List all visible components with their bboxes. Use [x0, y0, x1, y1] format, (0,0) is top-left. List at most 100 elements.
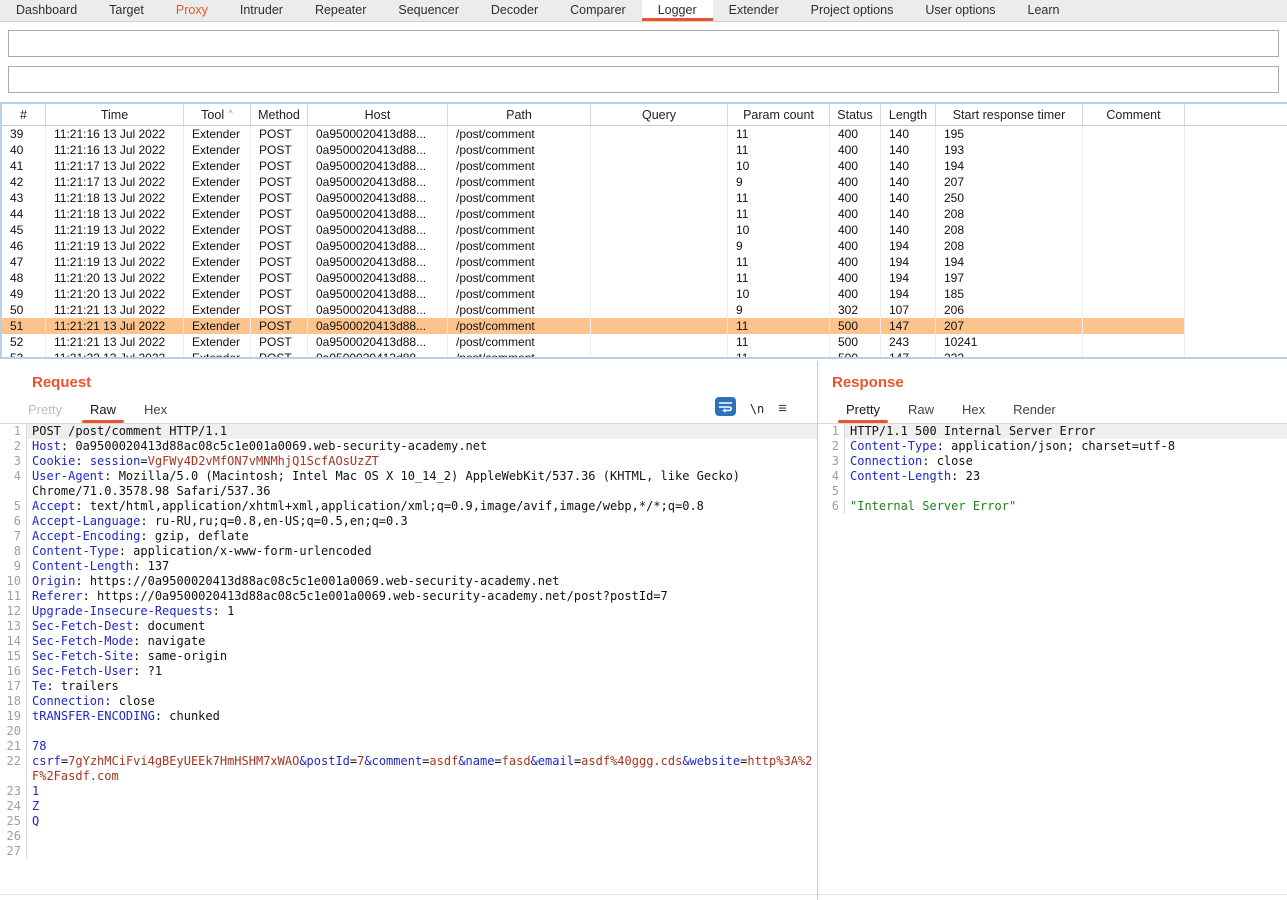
cell-timer: 208 [935, 238, 1082, 254]
log-row-39[interactable]: 3911:21:16 13 Jul 2022ExtenderPOST0a9500… [2, 126, 1287, 142]
log-row-52[interactable]: 5211:21:21 13 Jul 2022ExtenderPOST0a9500… [2, 334, 1287, 350]
column-header-time[interactable]: Time [45, 104, 183, 125]
log-row-42[interactable]: 4211:21:17 13 Jul 2022ExtenderPOST0a9500… [2, 174, 1287, 190]
menu-item-repeater[interactable]: Repeater [299, 0, 382, 21]
log-row-40[interactable]: 4011:21:16 13 Jul 2022ExtenderPOST0a9500… [2, 142, 1287, 158]
log-table: #TimeTool^ Method HostPath Query Param count… [0, 102, 1287, 359]
menu-item-proxy[interactable]: Proxy [160, 0, 224, 21]
capture-filter-bar[interactable]: Capture filter: Logger memory limit set … [8, 30, 1279, 57]
editor-line-2: 2Host: 0a9500020413d88ac08c5c1e001a0069.… [0, 439, 817, 454]
line-text: Host: 0a9500020413d88ac08c5c1e001a0069.w… [27, 439, 817, 454]
cell-host: 0a9500020413d88... [307, 126, 447, 142]
menu-item-extender[interactable]: Extender [713, 0, 795, 21]
line-text: csrf=7gYzhMCiFvi4gBEyUEEk7HmHSHM7xWAO&po… [27, 754, 817, 784]
log-row-43[interactable]: 4311:21:18 13 Jul 2022ExtenderPOST0a9500… [2, 190, 1287, 206]
cell-id: 47 [2, 254, 45, 270]
cell-path: /post/comment [447, 318, 590, 334]
response-tab-pretty[interactable]: Pretty [832, 394, 894, 423]
cell-id: 39 [2, 126, 45, 142]
cell-timer: 10241 [935, 334, 1082, 350]
cell-tool: Extender [183, 334, 250, 350]
log-row-44[interactable]: 4411:21:18 13 Jul 2022ExtenderPOST0a9500… [2, 206, 1287, 222]
line-text: Cookie: session=VgFWy4D2vMfON7vMNMhjQ1Sc… [27, 454, 817, 469]
cell-status: 500 [829, 350, 880, 359]
cell-filler [1184, 126, 1287, 142]
column-header-query[interactable]: Query [590, 104, 727, 125]
newline-marker-icon[interactable]: \n [750, 402, 764, 416]
menu-item-decoder[interactable]: Decoder [475, 0, 554, 21]
soft-wrap-icon[interactable] [715, 397, 736, 421]
column-header-comment[interactable]: Comment [1082, 104, 1184, 125]
cell-status: 400 [829, 270, 880, 286]
menu-item-target[interactable]: Target [93, 0, 160, 21]
response-tab-raw[interactable]: Raw [894, 394, 948, 423]
response-tab-render[interactable]: Render [999, 394, 1070, 423]
request-editor[interactable]: 1POST /post/comment HTTP/1.12Host: 0a950… [0, 424, 817, 895]
editor-line-11: 11Referer: https://0a9500020413d88ac08c5… [0, 589, 817, 604]
line-text: Sec-Fetch-Dest: document [27, 619, 817, 634]
menu-item-intruder[interactable]: Intruder [224, 0, 299, 21]
column-header-status[interactable]: Status [829, 104, 880, 125]
menu-item-learn[interactable]: Learn [1012, 0, 1076, 21]
cell-filler [1184, 350, 1287, 359]
menu-item-dashboard[interactable]: Dashboard [0, 0, 93, 21]
column-header-hash[interactable]: # [2, 104, 45, 125]
editor-line-27: 27 [0, 844, 817, 859]
editor-menu-icon[interactable]: ≡ [778, 401, 787, 416]
editor-line-24: 24Z [0, 799, 817, 814]
cell-query [590, 270, 727, 286]
log-row-47[interactable]: 4711:21:19 13 Jul 2022ExtenderPOST0a9500… [2, 254, 1287, 270]
column-header-tool[interactable]: Tool^ [183, 104, 250, 125]
request-panel: Request PrettyRawHex \n ≡ 1POST /po [0, 361, 818, 900]
cell-id: 41 [2, 158, 45, 174]
menu-item-sequencer[interactable]: Sequencer [382, 0, 474, 21]
log-row-50[interactable]: 5011:21:21 13 Jul 2022ExtenderPOST0a9500… [2, 302, 1287, 318]
menu-item-user-options[interactable]: User options [909, 0, 1011, 21]
log-row-51[interactable]: 5111:21:21 13 Jul 2022ExtenderPOST0a9500… [2, 318, 1287, 334]
cell-method: POST [250, 126, 307, 142]
log-row-48[interactable]: 4811:21:20 13 Jul 2022ExtenderPOST0a9500… [2, 270, 1287, 286]
cell-comment [1082, 334, 1184, 350]
cell-query [590, 238, 727, 254]
menu-item-comparer[interactable]: Comparer [554, 0, 642, 21]
column-header-method[interactable]: Method [250, 104, 307, 125]
cell-length: 140 [880, 190, 935, 206]
line-text: tRANSFER-ENCODING: chunked [27, 709, 817, 724]
cell-host: 0a9500020413d88... [307, 206, 447, 222]
column-header-param-count[interactable]: Param count [727, 104, 829, 125]
cell-filler [1184, 334, 1287, 350]
request-tab-pretty[interactable]: Pretty [14, 394, 76, 423]
cell-id: 42 [2, 174, 45, 190]
column-header-path[interactable]: Path [447, 104, 590, 125]
cell-path: /post/comment [447, 254, 590, 270]
cell-host: 0a9500020413d88... [307, 334, 447, 350]
cell-query [590, 158, 727, 174]
column-header-length[interactable]: Length [880, 104, 935, 125]
column-label: Query [642, 108, 676, 122]
view-filter-bar[interactable]: View filter: Showing all items [8, 66, 1279, 93]
cell-time: 11:21:16 13 Jul 2022 [45, 126, 183, 142]
cell-tool: Extender [183, 350, 250, 359]
column-label: Method [258, 108, 300, 122]
log-row-53[interactable]: 5311:21:22 13 Jul 2022ExtenderPOST0a9500… [2, 350, 1287, 359]
line-text: POST /post/comment HTTP/1.1 [27, 424, 817, 439]
request-tab-hex[interactable]: Hex [130, 394, 181, 423]
log-row-41[interactable]: 4111:21:17 13 Jul 2022ExtenderPOST0a9500… [2, 158, 1287, 174]
menu-item-project-options[interactable]: Project options [795, 0, 910, 21]
response-editor[interactable]: 1HTTP/1.1 500 Internal Server Error2Cont… [818, 424, 1287, 895]
column-header-host[interactable]: Host [307, 104, 447, 125]
response-tab-hex[interactable]: Hex [948, 394, 999, 423]
menu-item-logger[interactable]: Logger [642, 0, 713, 21]
log-row-46[interactable]: 4611:21:19 13 Jul 2022ExtenderPOST0a9500… [2, 238, 1287, 254]
request-tab-raw[interactable]: Raw [76, 394, 130, 423]
log-row-49[interactable]: 4911:21:20 13 Jul 2022ExtenderPOST0a9500… [2, 286, 1287, 302]
cell-host: 0a9500020413d88... [307, 254, 447, 270]
cell-status: 400 [829, 222, 880, 238]
line-number: 9 [0, 559, 27, 574]
column-header-start-response-timer[interactable]: Start response timer [935, 104, 1082, 125]
cell-timer: 208 [935, 222, 1082, 238]
log-row-45[interactable]: 4511:21:19 13 Jul 2022ExtenderPOST0a9500… [2, 222, 1287, 238]
cell-tool: Extender [183, 222, 250, 238]
cell-timer: 222 [935, 350, 1082, 359]
cell-host: 0a9500020413d88... [307, 238, 447, 254]
